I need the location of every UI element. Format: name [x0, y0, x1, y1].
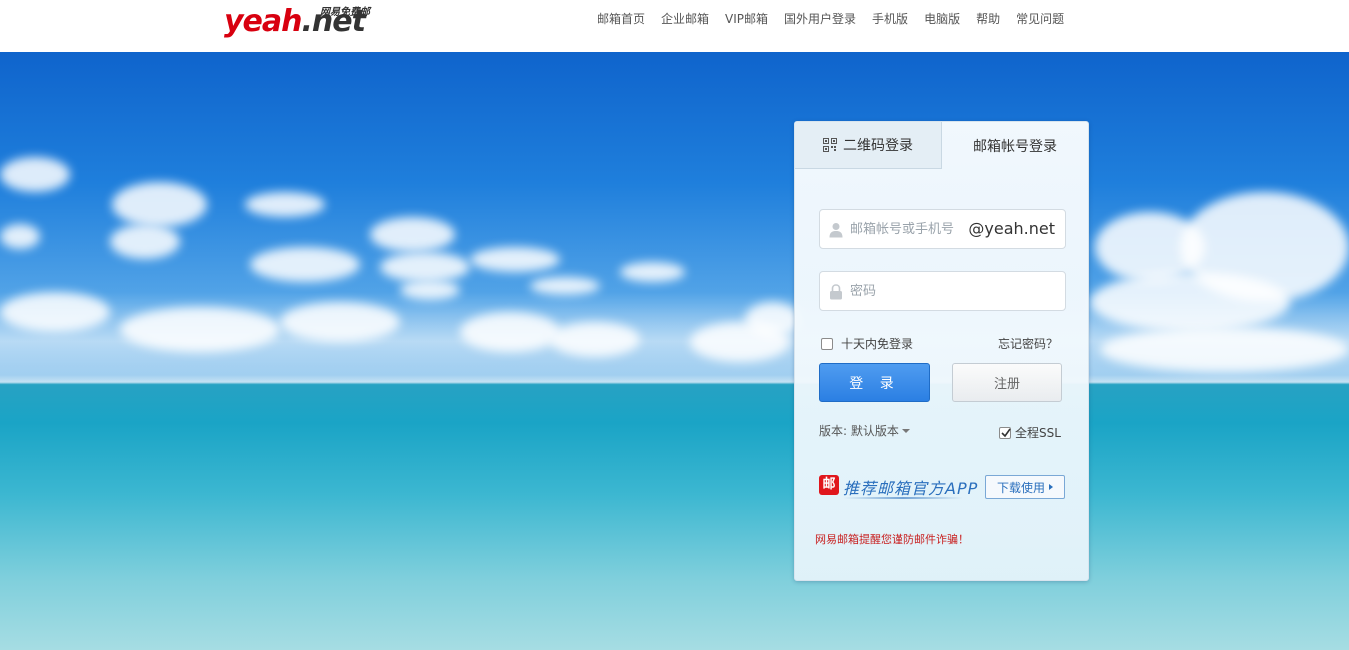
password-field: [819, 271, 1066, 311]
fraud-warning[interactable]: 网易邮箱提醒您谨防邮件诈骗！: [815, 531, 969, 547]
download-app-label: 下载使用: [996, 480, 1045, 495]
remember-me-checkbox[interactable]: [821, 337, 833, 350]
nav-link-faq[interactable]: 常见问题: [1016, 11, 1064, 27]
cloud: [0, 224, 40, 249]
cloud: [1090, 272, 1290, 332]
cloud: [245, 192, 325, 217]
cloud: [620, 262, 685, 282]
tab-account-login[interactable]: 邮箱帐号登录: [942, 122, 1088, 169]
mail-app-icon: 邮: [819, 475, 839, 495]
nav-link-vip-mail[interactable]: VIP邮箱: [725, 11, 768, 27]
cloud: [550, 322, 640, 357]
lock-icon: [829, 284, 843, 300]
nav-link-mail-home[interactable]: 邮箱首页: [597, 11, 645, 27]
cloud: [745, 302, 800, 337]
login-tabs: 二维码登录 邮箱帐号登录: [795, 122, 1088, 169]
login-button[interactable]: 登 录: [819, 363, 930, 402]
username-input[interactable]: [850, 210, 968, 248]
ssl-toggle[interactable]: 全程SSL: [999, 424, 1061, 441]
promo-underline: [843, 497, 963, 499]
cloud: [112, 182, 207, 227]
ocean-sky-background: [0, 52, 1349, 650]
user-icon: [829, 222, 843, 238]
nav-link-overseas-login[interactable]: 国外用户登录: [784, 11, 856, 27]
nav-link-enterprise-mail[interactable]: 企业邮箱: [661, 11, 709, 27]
caret-down-icon: [901, 428, 910, 433]
domain-suffix: @yeah.net: [968, 219, 1055, 238]
cloud: [380, 252, 470, 282]
cloud: [400, 280, 460, 300]
cloud: [460, 312, 560, 352]
nav-link-desktop[interactable]: 电脑版: [924, 11, 960, 27]
cloud: [280, 302, 400, 342]
cloud: [120, 307, 280, 352]
ssl-checkbox[interactable]: [999, 426, 1011, 439]
username-field: @yeah.net: [819, 209, 1066, 249]
ssl-label: 全程SSL: [1015, 426, 1061, 440]
version-selector[interactable]: 版本: 默认版本: [819, 422, 910, 439]
forgot-password-link[interactable]: 忘记密码？: [998, 335, 1058, 352]
password-input[interactable]: [850, 272, 1050, 310]
version-label: 版本: 默认版本: [819, 424, 899, 438]
cloud: [250, 247, 360, 282]
top-nav: 邮箱首页 企业邮箱 VIP邮箱 国外用户登录 手机版 电脑版 帮助 常见问题: [597, 11, 1080, 27]
nav-link-help[interactable]: 帮助: [976, 11, 1000, 27]
arrow-right-icon: [1049, 484, 1053, 490]
tab-account-label: 邮箱帐号登录: [973, 138, 1057, 155]
app-promo-text: 推荐邮箱官方APP: [843, 479, 979, 498]
logo-tagline: 网易免费邮: [320, 7, 370, 18]
cloud: [0, 157, 70, 192]
tab-qr-login[interactable]: 二维码登录: [795, 122, 942, 169]
cloud: [110, 224, 180, 259]
cloud: [530, 277, 600, 295]
qr-code-icon: [823, 138, 837, 152]
login-panel: 二维码登录 邮箱帐号登录 @yeah.net 十天内免登录 忘记密码？ 登 录 …: [794, 121, 1089, 581]
cloud: [1100, 327, 1349, 372]
top-header: yeah.net 网易免费邮 邮箱首页 企业邮箱 VIP邮箱 国外用户登录 手机…: [0, 0, 1349, 52]
cloud: [370, 217, 455, 252]
cloud: [470, 247, 560, 272]
download-app-button[interactable]: 下载使用: [985, 475, 1065, 499]
remember-me-label: 十天内免登录: [841, 337, 914, 351]
logo-yeah: yeah: [224, 4, 303, 39]
cloud: [0, 292, 110, 332]
tab-qr-label: 二维码登录: [843, 138, 913, 154]
app-promo: 邮 推荐邮箱官方APP 下载使用: [819, 472, 1066, 502]
remember-me-toggle[interactable]: 十天内免登录: [821, 335, 913, 352]
nav-link-mobile[interactable]: 手机版: [872, 11, 908, 27]
register-button[interactable]: 注册: [952, 363, 1062, 402]
